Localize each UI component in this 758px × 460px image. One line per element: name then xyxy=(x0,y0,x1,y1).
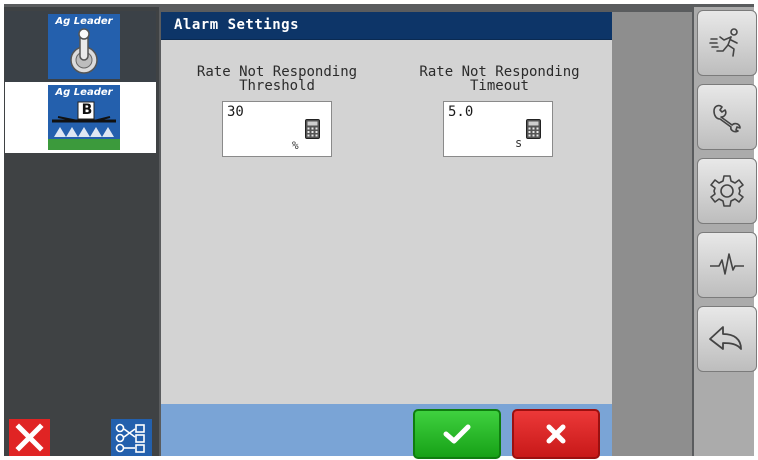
x-icon xyxy=(546,424,566,444)
nodes-button[interactable] xyxy=(111,419,152,456)
brand-label: Ag Leader xyxy=(55,16,113,27)
operation-button[interactable] xyxy=(697,10,757,76)
close-app-button[interactable] xyxy=(9,419,50,456)
close-icon xyxy=(15,423,44,452)
running-person-icon xyxy=(709,28,738,57)
ok-button[interactable] xyxy=(413,409,501,459)
cancel-button[interactable] xyxy=(512,409,600,459)
back-arrow-icon xyxy=(709,326,742,350)
back-button[interactable] xyxy=(697,306,757,372)
diagnostics-button[interactable] xyxy=(697,232,757,298)
sprayer-app-icon[interactable]: Ag Leader B xyxy=(48,85,120,150)
dialog-title-bar: Alarm Settings xyxy=(161,12,612,40)
timeout-value: 5.0 xyxy=(448,104,474,120)
network-nodes-icon xyxy=(115,423,145,453)
threshold-input[interactable]: 30 % xyxy=(222,101,332,157)
calculator-icon[interactable] xyxy=(305,119,320,139)
timeout-input[interactable]: 5.0 s xyxy=(443,101,553,157)
gear-icon xyxy=(710,175,744,207)
dialog-button-bar xyxy=(161,404,612,459)
app-tile-sprayer[interactable]: Ag Leader B xyxy=(5,82,156,153)
brand-label: Ag Leader xyxy=(55,87,113,98)
threshold-label: Rate Not Responding Threshold xyxy=(196,64,358,94)
calculator-icon[interactable] xyxy=(526,119,541,139)
switch-app-icon[interactable]: Ag Leader xyxy=(48,14,120,79)
threshold-unit: % xyxy=(292,139,299,152)
timeout-unit: s xyxy=(515,136,523,150)
alarm-settings-dialog: Alarm Settings Rate Not Responding Thres… xyxy=(161,12,612,459)
gutter xyxy=(612,12,692,456)
dialog-title: Alarm Settings xyxy=(174,17,300,33)
pulse-icon xyxy=(710,253,744,275)
threshold-value: 30 xyxy=(227,104,244,120)
settings-button[interactable] xyxy=(697,158,757,224)
sprayer-badge: B xyxy=(81,102,93,118)
wrench-icon xyxy=(713,104,741,133)
tools-button[interactable] xyxy=(697,84,757,150)
app-tile-switch[interactable]: Ag Leader xyxy=(5,11,156,82)
checkmark-icon xyxy=(443,424,471,444)
timeout-label: Rate Not Responding Timeout xyxy=(419,64,580,94)
